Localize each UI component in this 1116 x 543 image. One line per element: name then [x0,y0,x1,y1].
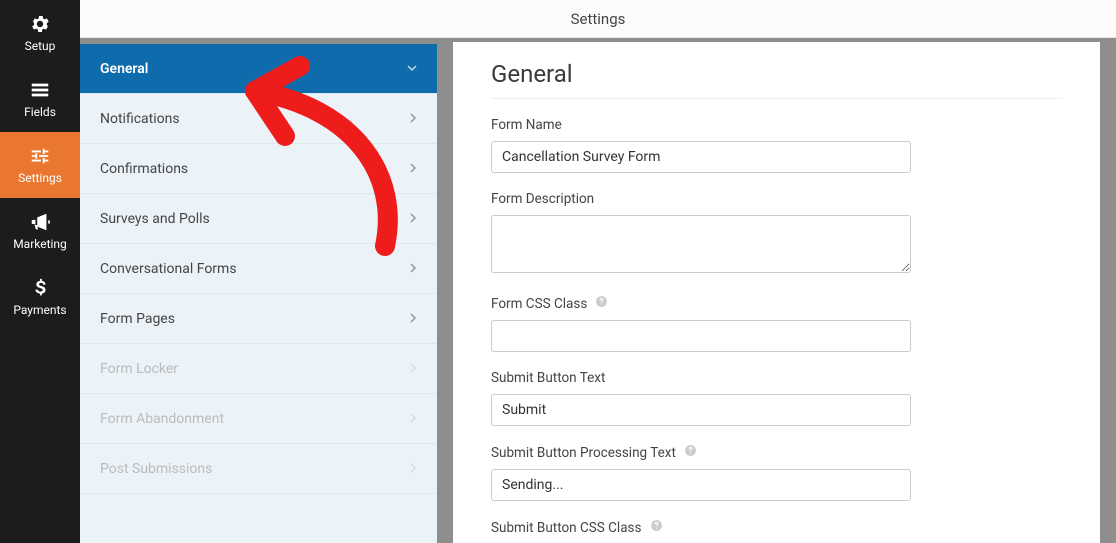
chevron-down-icon [407,61,417,77]
field-submit-css-class: Submit Button CSS Class [491,519,1062,543]
chevron-right-icon [409,161,417,177]
chevron-right-icon [409,111,417,127]
settings-panel: General Form Name Form Description Form … [453,42,1100,543]
sidebar-item-general[interactable]: General [80,44,437,94]
rail-item-settings[interactable]: Settings [0,132,80,198]
input-form-description[interactable] [491,215,911,273]
sidebar-item-conversational-forms[interactable]: Conversational Forms [80,244,437,294]
label-form-name: Form Name [491,117,1062,133]
rail-label-marketing: Marketing [13,237,67,251]
rail-item-payments[interactable]: Payments [0,264,80,330]
sidebar-item-form-abandonment[interactable]: Form Abandonment [80,394,437,444]
rail-item-fields[interactable]: Fields [0,66,80,132]
help-icon[interactable] [595,295,608,312]
chevron-right-icon [409,461,417,477]
dollar-icon [29,277,51,299]
panel-divider [491,98,1062,99]
label-submit-button-text: Submit Button Text [491,370,1062,386]
sidebar-item-form-locker[interactable]: Form Locker [80,344,437,394]
chevron-right-icon [409,211,417,227]
label-submit-processing-text: Submit Button Processing Text [491,445,676,461]
sidebar-item-label: Confirmations [100,161,188,177]
rail-label-fields: Fields [24,105,56,119]
list-icon [29,79,51,101]
sidebar-item-label: Post Submissions [100,461,212,477]
label-form-description: Form Description [491,191,1062,207]
label-submit-css-class: Submit Button CSS Class [491,520,642,536]
label-form-css-class: Form CSS Class [491,296,587,312]
input-form-name[interactable] [491,141,911,173]
field-submit-processing-text: Submit Button Processing Text [491,444,1062,501]
rail-label-settings: Settings [18,171,62,185]
main-area: Settings General Notifications Confirmat… [80,0,1116,543]
megaphone-icon [29,211,51,233]
sidebar-item-surveys-polls[interactable]: Surveys and Polls [80,194,437,244]
help-icon[interactable] [684,444,697,461]
panel-title: General [491,60,1062,88]
sidebar-item-label: Form Abandonment [100,411,224,427]
sliders-icon [29,145,51,167]
page-title: Settings [571,10,626,28]
rail-item-setup[interactable]: Setup [0,0,80,66]
sidebar-item-label: Form Pages [100,311,175,327]
help-icon[interactable] [650,519,663,536]
chevron-right-icon [409,411,417,427]
chevron-right-icon [409,261,417,277]
sidebar-item-notifications[interactable]: Notifications [80,94,437,144]
rail-label-setup: Setup [25,39,56,53]
panel-wrap: General Form Name Form Description Form … [437,38,1116,543]
sidebar-item-label: Form Locker [100,361,178,377]
sidebar-item-label: Notifications [100,111,180,127]
input-form-css-class[interactable] [491,320,911,352]
input-submit-button-text[interactable] [491,394,911,426]
left-nav-rail: Setup Fields Settings Marketing Payments [0,0,80,543]
input-submit-processing-text[interactable] [491,469,911,501]
sidebar-item-form-pages[interactable]: Form Pages [80,294,437,344]
top-bar: Settings [80,0,1116,38]
rail-label-payments: Payments [13,303,66,317]
sidebar-item-label: General [100,61,148,77]
sidebar-item-confirmations[interactable]: Confirmations [80,144,437,194]
gear-icon [29,13,51,35]
chevron-right-icon [409,361,417,377]
field-form-css-class: Form CSS Class [491,295,1062,352]
field-form-description: Form Description [491,191,1062,277]
content-row: General Notifications Confirmations Surv… [80,38,1116,543]
settings-sidebar: General Notifications Confirmations Surv… [80,44,437,543]
sidebar-item-label: Conversational Forms [100,261,237,277]
field-form-name: Form Name [491,117,1062,173]
sidebar-item-label: Surveys and Polls [100,211,210,227]
chevron-right-icon [409,311,417,327]
sidebar-item-post-submissions[interactable]: Post Submissions [80,444,437,494]
rail-item-marketing[interactable]: Marketing [0,198,80,264]
field-submit-button-text: Submit Button Text [491,370,1062,426]
